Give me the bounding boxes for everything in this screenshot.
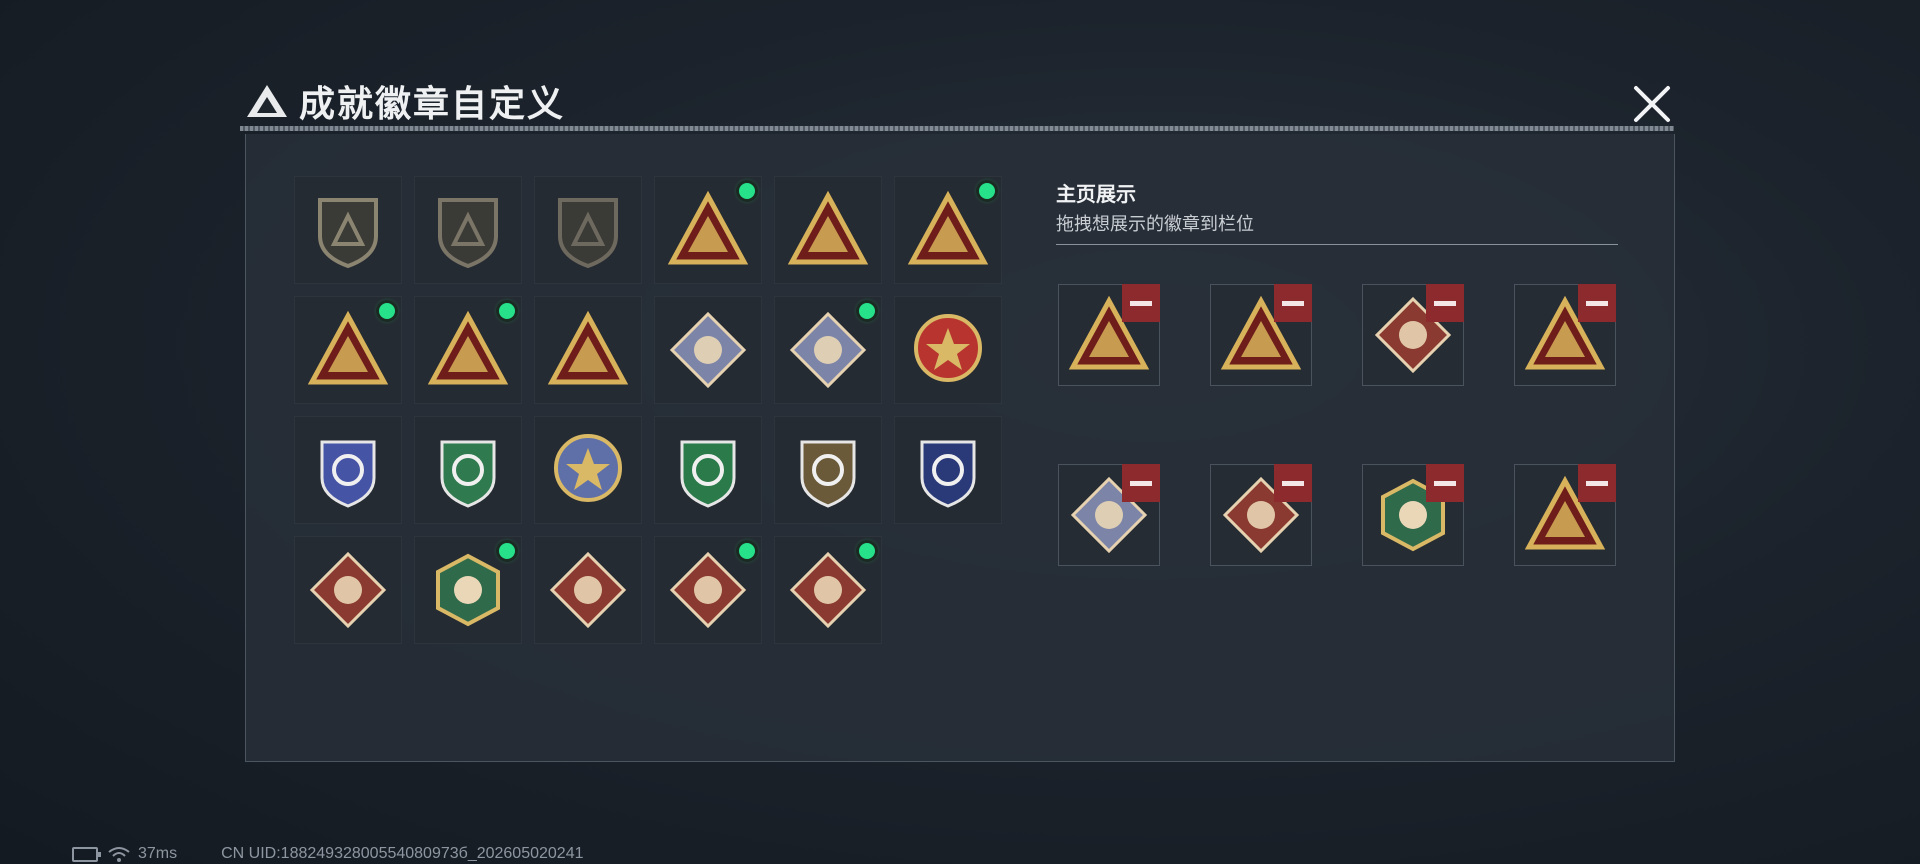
new-indicator-dot (379, 303, 395, 319)
remove-badge-button[interactable] (1122, 284, 1160, 322)
crouching-figure-triangle-badge-icon (308, 310, 388, 385)
showcase-slots (1058, 284, 1616, 566)
close-button[interactable] (1628, 80, 1676, 128)
soldiers-triangle-badge-icon (548, 310, 628, 385)
badge-cell[interactable] (534, 536, 642, 644)
remove-badge-button[interactable] (1122, 464, 1160, 502)
remove-badge-button[interactable] (1578, 284, 1616, 322)
badge-cell[interactable] (654, 536, 762, 644)
wifi-icon (108, 847, 130, 862)
dagger-shield-badge-icon (558, 198, 618, 269)
badge-cell[interactable] (894, 416, 1002, 524)
minus-icon (1434, 300, 1456, 306)
showcase-slot[interactable] (1514, 284, 1616, 386)
showcase-slot[interactable] (1362, 284, 1464, 386)
badge-panel: 主页展示 拖拽想展示的徽章到栏位 (245, 134, 1675, 762)
helicopter-shield-badge-icon (438, 198, 498, 269)
minus-icon (1130, 300, 1152, 306)
minus-icon (1282, 300, 1304, 306)
badge-cell[interactable] (294, 536, 402, 644)
badge-cell[interactable] (414, 536, 522, 644)
badge-cell[interactable] (654, 296, 762, 404)
badge-cell[interactable] (294, 296, 402, 404)
rose-diamond-badge-icon (669, 311, 747, 389)
badge-cell[interactable] (774, 176, 882, 284)
minus-icon (1586, 300, 1608, 306)
usb-triangle-badge-icon (908, 190, 988, 265)
rifle-brown-crest-badge-icon (800, 440, 856, 508)
badge-cell[interactable] (894, 176, 1002, 284)
battery-icon (72, 846, 101, 862)
remove-badge-button[interactable] (1578, 464, 1616, 502)
remove-badge-button[interactable] (1274, 464, 1312, 502)
round-crest-badge-icon (554, 434, 622, 502)
showcase-slot[interactable] (1210, 284, 1312, 386)
dialog-header: 成就徽章自定义 (245, 80, 565, 125)
showcase-slot[interactable] (1514, 464, 1616, 566)
runner-diamond-badge-icon (789, 551, 867, 629)
badge-cell[interactable] (534, 176, 642, 284)
minus-icon (1586, 480, 1608, 486)
wolf-diamond-badge-icon (309, 551, 387, 629)
minus-icon (1130, 480, 1152, 486)
new-indicator-dot (739, 543, 755, 559)
player-uid: CN UID:18824932800554080973б_20260502024… (221, 845, 584, 862)
delta-logo-icon (247, 85, 287, 117)
showcase-slot[interactable] (1058, 284, 1160, 386)
badge-cell[interactable] (414, 176, 522, 284)
nest-triangle-badge-icon (668, 190, 748, 265)
showcase-title: 主页展示 (1056, 182, 1136, 206)
badge-cell[interactable] (294, 176, 402, 284)
showcase-slot[interactable] (1362, 464, 1464, 566)
dialog-title: 成就徽章自定义 (299, 84, 566, 125)
new-indicator-dot (979, 183, 995, 199)
badge-cell[interactable] (774, 416, 882, 524)
launcher-diamond-badge-icon (789, 311, 867, 389)
dragon-diamond-badge-icon (549, 551, 627, 629)
showcase-divider (1056, 244, 1618, 245)
status-bar: 37ms CN UID:18824932800554080973б_202605… (72, 845, 584, 863)
close-icon (1634, 86, 1670, 122)
rifle-green-crest-badge-icon (680, 440, 736, 508)
hexagon-triangle-badge-icon (428, 310, 508, 385)
new-indicator-dot (739, 183, 755, 199)
new-indicator-dot (499, 303, 515, 319)
badge-cell[interactable] (774, 536, 882, 644)
badge-cell[interactable] (774, 296, 882, 404)
badge-cell[interactable] (534, 296, 642, 404)
new-indicator-dot (499, 543, 515, 559)
runner-hexagon-badge-icon (436, 553, 500, 627)
blue-shield-crest-badge-icon (320, 440, 376, 508)
badge-cell[interactable] (654, 416, 762, 524)
remove-badge-button[interactable] (1274, 284, 1312, 322)
remove-badge-button[interactable] (1426, 464, 1464, 502)
badge-cell[interactable] (894, 296, 1002, 404)
showcase-slot[interactable] (1058, 464, 1160, 566)
green-shield-crest-badge-icon (440, 440, 496, 508)
navy-gold-crest-badge-icon (920, 440, 976, 508)
minus-icon (1282, 480, 1304, 486)
badge-cell[interactable] (414, 416, 522, 524)
minus-icon (1434, 480, 1456, 486)
shield-delta-badge-icon (318, 198, 378, 269)
ping-value: 37ms (138, 845, 178, 862)
number-one-triangle-badge-icon (788, 190, 868, 265)
badge-cell[interactable] (414, 296, 522, 404)
new-indicator-dot (859, 543, 875, 559)
showcase-subtitle: 拖拽想展示的徽章到栏位 (1056, 214, 1254, 235)
star-round-badge-icon (914, 314, 982, 382)
badge-cell[interactable] (294, 416, 402, 524)
remove-badge-button[interactable] (1426, 284, 1464, 322)
badge-cell[interactable] (654, 176, 762, 284)
header-divider (240, 126, 1674, 131)
dragon-diamond-badge-2-icon (669, 551, 747, 629)
badge-grid (294, 176, 1002, 644)
badge-cell[interactable] (534, 416, 642, 524)
new-indicator-dot (859, 303, 875, 319)
showcase-slot[interactable] (1210, 464, 1312, 566)
